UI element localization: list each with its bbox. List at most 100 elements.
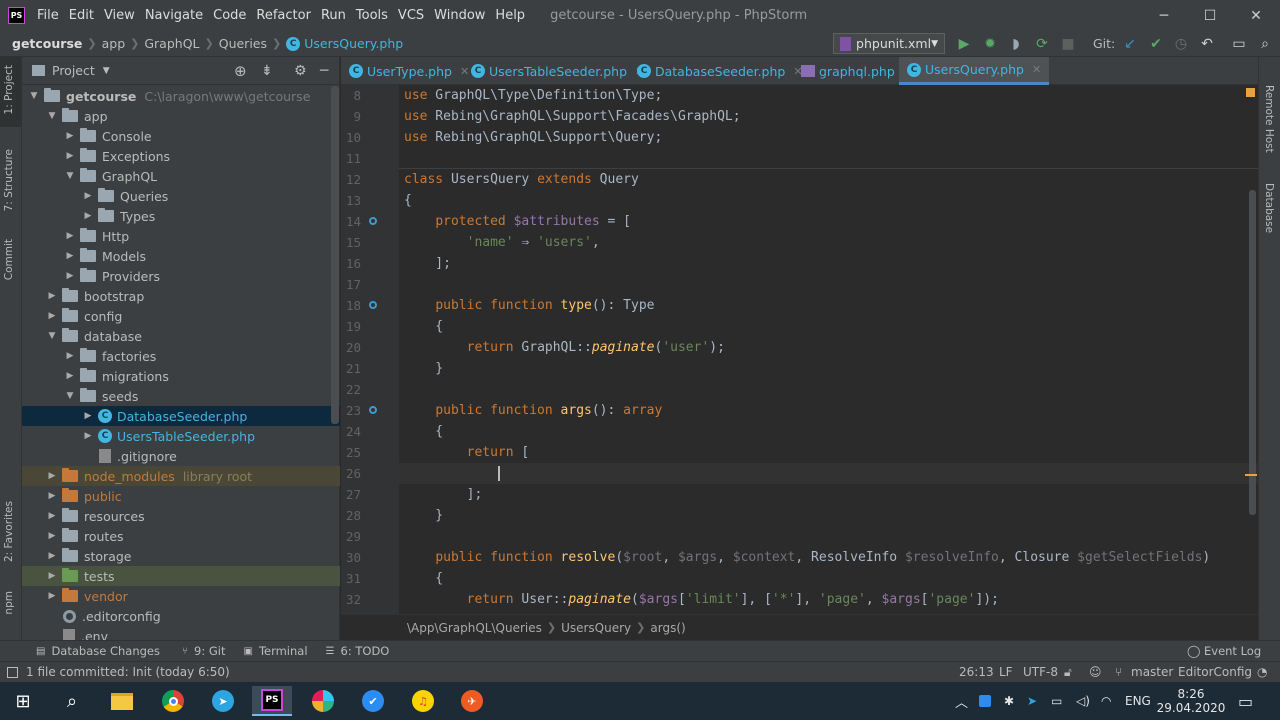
breadcrumb-graphql[interactable]: GraphQL [144, 36, 199, 51]
music-app-icon[interactable]: ♫ [403, 686, 443, 716]
close-tab-icon[interactable]: ✕ [460, 65, 469, 78]
tree-item[interactable]: ▶ migrations [22, 366, 340, 386]
presentation-icon[interactable]: ▭ [1230, 35, 1248, 53]
tray-overflow-icon[interactable]: ︿ [955, 682, 968, 720]
menu-item-code[interactable]: Code [208, 8, 251, 23]
breadcrumb-namespace[interactable]: \App\GraphQL\Queries [407, 621, 542, 635]
chevron-right-icon[interactable]: ▶ [64, 251, 76, 261]
tree-item[interactable]: ▶ Queries [22, 186, 340, 206]
chevron-right-icon[interactable]: ▶ [64, 351, 76, 361]
run-configuration-select[interactable]: phpunit.xml ▼ [833, 33, 945, 54]
coverage-icon[interactable]: ◗ [1007, 35, 1025, 53]
project-view-select[interactable]: Project [52, 63, 95, 78]
git-commit-icon[interactable]: ✔ [1147, 35, 1165, 53]
windows-start-icon[interactable]: ⊞ [3, 686, 43, 716]
tree-item[interactable]: .gitignore [22, 446, 340, 466]
slack-tray-icon[interactable]: ✱ [1004, 682, 1014, 720]
menu-item-file[interactable]: File [32, 8, 64, 23]
tree-item[interactable]: ▶ vendor [22, 586, 340, 606]
editor-tab[interactable]: graphql.php✕ [801, 57, 912, 85]
tree-item[interactable]: ▼ GraphQL [22, 166, 340, 186]
chevron-down-icon[interactable]: ▼ [28, 91, 40, 101]
tree-item[interactable]: ▶ C UsersTableSeeder.php [22, 426, 340, 446]
chevron-right-icon[interactable]: ▶ [82, 211, 94, 221]
error-stripe-mark[interactable] [1245, 474, 1257, 476]
implements-method-icon[interactable] [369, 217, 377, 225]
close-tab-icon[interactable]: ✕ [1032, 63, 1041, 76]
editor-scrollbar[interactable] [1249, 190, 1256, 515]
hide-icon[interactable]: ─ [320, 63, 328, 79]
lock-icon[interactable]: 🔓︎ [1064, 665, 1072, 680]
implements-method-icon[interactable] [369, 301, 377, 309]
line-separator[interactable]: LF [999, 665, 1013, 679]
clock[interactable]: 8:26 29.04.2020 [1157, 682, 1226, 720]
menu-item-tools[interactable]: Tools [351, 8, 393, 23]
commit-tool-tab[interactable]: Commit [3, 239, 15, 280]
remote-host-tool-tab[interactable]: Remote Host [1263, 85, 1275, 153]
tray-app-icon[interactable] [979, 682, 991, 720]
battery-icon[interactable]: ▭ [1051, 682, 1062, 720]
notifications-icon[interactable]: ◔ [1257, 665, 1267, 679]
tree-item[interactable]: ▶ config [22, 306, 340, 326]
maximize-button[interactable]: ☐ [1187, 0, 1233, 31]
chevron-right-icon[interactable]: ▶ [46, 591, 58, 601]
file-explorer-icon[interactable] [102, 686, 142, 716]
breadcrumb-app[interactable]: app [102, 36, 126, 51]
breadcrumb-class[interactable]: UsersQuery [561, 621, 631, 635]
caret-position[interactable]: 26:13 [959, 665, 994, 679]
search-icon[interactable]: ⌕ [1256, 35, 1274, 53]
menu-item-window[interactable]: Window [429, 8, 490, 23]
tree-item[interactable]: ▶ storage [22, 546, 340, 566]
chevron-down-icon[interactable]: ▼ [46, 111, 58, 121]
close-window-button[interactable]: ✕ [1233, 0, 1279, 31]
toggle-tool-windows-icon[interactable] [7, 666, 18, 678]
chevron-down-icon[interactable]: ▼ [46, 331, 58, 341]
tree-item[interactable]: ▶ factories [22, 346, 340, 366]
locate-icon[interactable]: ⊕ [234, 62, 247, 80]
menu-item-refactor[interactable]: Refactor [251, 8, 316, 23]
menu-item-run[interactable]: Run [316, 8, 351, 23]
tree-item[interactable]: ▶ Console [22, 126, 340, 146]
chevron-right-icon[interactable]: ▶ [82, 191, 94, 201]
tree-item[interactable]: ▶ Providers [22, 266, 340, 286]
tree-item[interactable]: ▶ Exceptions [22, 146, 340, 166]
chevron-right-icon[interactable]: ▶ [46, 491, 58, 501]
implements-method-icon[interactable] [369, 406, 377, 414]
breadcrumb-method[interactable]: args() [650, 621, 685, 635]
phpstorm-taskbar-icon[interactable]: PS [252, 686, 292, 716]
todo-tab[interactable]: 6: TODO [341, 644, 390, 658]
git-branch[interactable]: master [1131, 665, 1173, 679]
telegram-icon[interactable]: ➤ [203, 686, 243, 716]
todo-app-icon[interactable]: ✔ [353, 686, 393, 716]
tree-item[interactable]: ▶ node_modules library root [22, 466, 340, 486]
favorites-tool-tab[interactable]: 2: Favorites [3, 501, 15, 562]
gear-icon[interactable]: ⚙ [294, 63, 307, 79]
tree-item[interactable]: ▶ C DatabaseSeeder.php [22, 406, 340, 426]
file-encoding[interactable]: UTF-8 [1023, 665, 1058, 679]
code-editor[interactable]: 8 use GraphQL\Type\Definition\Type; 9 use R… [341, 85, 1258, 614]
chevron-right-icon[interactable]: ▶ [46, 551, 58, 561]
volume-icon[interactable]: ◁) [1076, 682, 1090, 720]
menu-item-edit[interactable]: Edit [64, 8, 99, 23]
collapse-all-icon[interactable]: ⇟ [261, 63, 273, 79]
tree-item[interactable]: ▶ Models [22, 246, 340, 266]
search-icon[interactable]: ⌕ [52, 686, 92, 716]
tree-item[interactable]: ▼ getcourse C:\laragon\www\getcourse [22, 86, 340, 106]
git-tab[interactable]: 9: Git [194, 644, 225, 658]
chevron-down-icon[interactable]: ▼ [103, 66, 110, 76]
rollback-icon[interactable]: ↶ [1198, 35, 1216, 53]
project-tool-tab[interactable]: 1: Project [3, 65, 15, 114]
database-changes-tab[interactable]: Database Changes [51, 644, 160, 658]
menu-item-navigate[interactable]: Navigate [140, 8, 208, 23]
wifi-icon[interactable]: ◠ [1101, 682, 1111, 720]
tree-item[interactable]: ▶ Http [22, 226, 340, 246]
slack-icon[interactable] [303, 686, 343, 716]
status-message[interactable]: 1 file committed: Init (today 6:50) [26, 665, 230, 679]
tree-item[interactable]: ▶ routes [22, 526, 340, 546]
chevron-right-icon[interactable]: ▶ [46, 311, 58, 321]
npm-tool-tab[interactable]: npm [3, 591, 15, 615]
phpstorm-logo-icon[interactable]: PS [8, 7, 25, 24]
minimize-button[interactable]: ─ [1141, 0, 1187, 31]
tree-item[interactable]: ▼ seeds [22, 386, 340, 406]
inspection-warning-icon[interactable] [1246, 88, 1255, 97]
